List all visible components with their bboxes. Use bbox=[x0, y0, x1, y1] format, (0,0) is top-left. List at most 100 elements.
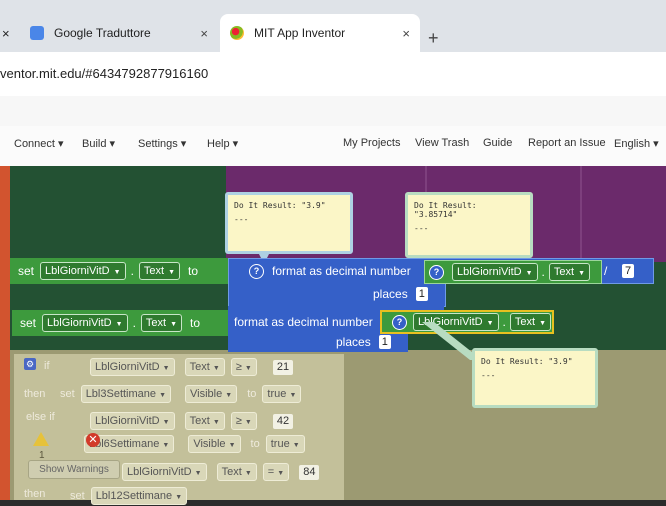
property-dropdown[interactable]: Text ▼ bbox=[138, 262, 181, 280]
places-label: places bbox=[373, 287, 408, 301]
set-keyword: set bbox=[70, 490, 85, 502]
then-keyword: then bbox=[24, 488, 46, 500]
chevron-down-icon: ▼ bbox=[539, 320, 547, 327]
menu-report-issue[interactable]: Report an Issue bbox=[528, 137, 606, 149]
chevron-down-icon: ▼ bbox=[525, 270, 533, 277]
gear-icon[interactable]: ⚙ bbox=[24, 358, 36, 370]
property-dropdown[interactable]: Text ▼ bbox=[140, 314, 183, 332]
places-value[interactable]: 1 bbox=[415, 287, 428, 301]
component-dropdown[interactable]: Lbl12Settimane ▼ bbox=[90, 487, 188, 505]
set-row: Lbl6Settimane ▼ Visible ▼ to true ▼ bbox=[84, 435, 305, 453]
set-text-block[interactable]: set LblGiorniVitD ▼ . Text ▼ to bbox=[12, 310, 228, 336]
component-name: Lbl12Settimane bbox=[95, 490, 173, 502]
component-dropdown[interactable]: LblGiorniVitD ▼ bbox=[90, 412, 175, 430]
property-name: Text bbox=[189, 361, 210, 373]
chevron-down-icon: ▼ bbox=[194, 470, 202, 477]
property-dropdown[interactable]: Text ▼ bbox=[548, 263, 591, 281]
property-dropdown[interactable]: Text ▼ bbox=[184, 358, 225, 376]
dot-separator: . bbox=[130, 264, 134, 278]
getter-block[interactable]: ? LblGiorniVitD ▼ . Text ▼ bbox=[424, 260, 602, 284]
show-warnings-button[interactable]: Show Warnings bbox=[28, 460, 120, 479]
property-dropdown[interactable]: Visible ▼ bbox=[188, 435, 241, 453]
boolean-dropdown[interactable]: true ▼ bbox=[265, 435, 305, 453]
places-socket: places 1 bbox=[228, 282, 446, 307]
number-value[interactable]: 21 bbox=[272, 359, 294, 375]
do-it-result-comment[interactable]: Do It Result: "3.9" --- bbox=[472, 348, 598, 408]
number-value[interactable]: 84 bbox=[299, 464, 320, 480]
tab-app-inventor[interactable]: MIT App Inventor × bbox=[220, 14, 420, 52]
chevron-down-icon: ▼ bbox=[244, 365, 252, 372]
number-value[interactable]: 42 bbox=[272, 413, 294, 429]
component-name: LblGiorniVitD bbox=[127, 466, 192, 478]
operator-dropdown[interactable]: ≥ ▼ bbox=[230, 412, 257, 430]
chevron-down-icon: ▼ bbox=[168, 269, 176, 276]
property-dropdown[interactable]: Text ▼ bbox=[216, 463, 257, 481]
chevron-down-icon: ▼ bbox=[244, 419, 252, 426]
close-icon[interactable]: × bbox=[2, 26, 10, 41]
component-name: LblGiorniVitD bbox=[95, 415, 160, 427]
tab-google-translate[interactable]: Google Traduttore × bbox=[22, 14, 218, 52]
tab-partial[interactable]: × bbox=[0, 14, 22, 52]
block-label: format as decimal number bbox=[234, 315, 373, 329]
operator-dropdown[interactable]: = ▼ bbox=[262, 463, 290, 481]
menu-help[interactable]: Help ▾ bbox=[207, 137, 238, 150]
to-keyword: to bbox=[250, 438, 260, 450]
set-keyword: set bbox=[20, 316, 37, 330]
close-icon[interactable]: × bbox=[402, 26, 410, 41]
places-value[interactable]: 1 bbox=[378, 335, 391, 349]
property-name: Text bbox=[189, 415, 210, 427]
new-tab-button[interactable]: + bbox=[428, 28, 439, 49]
chevron-down-icon: ▼ bbox=[225, 392, 233, 399]
operator-dropdown[interactable]: ≥ ▼ bbox=[230, 358, 257, 376]
comment-separator: --- bbox=[234, 215, 249, 224]
menu-connect[interactable]: Connect ▾ bbox=[14, 137, 64, 150]
format-decimal-block[interactable]: format as decimal number bbox=[228, 310, 380, 334]
help-icon[interactable]: ? bbox=[392, 314, 407, 330]
chevron-down-icon: ▼ bbox=[115, 321, 123, 328]
set-keyword: set bbox=[18, 264, 35, 278]
component-dropdown[interactable]: LblGiorniVitD ▼ bbox=[452, 263, 538, 281]
app-header-band bbox=[0, 96, 666, 126]
operator: ≥ bbox=[235, 361, 242, 373]
component-dropdown[interactable]: LblGiorniVitD ▼ bbox=[122, 463, 207, 481]
component-name: Lbl3Settimane bbox=[85, 388, 157, 400]
menu-language[interactable]: English ▾ bbox=[614, 137, 659, 150]
then-keyword: then bbox=[24, 388, 46, 400]
menu-my-projects[interactable]: My Projects bbox=[343, 137, 400, 149]
tab-label: MIT App Inventor bbox=[254, 26, 346, 40]
chevron-down-icon: ▼ bbox=[292, 442, 300, 449]
property-dropdown[interactable]: Text ▼ bbox=[509, 313, 552, 331]
chevron-down-icon: ▼ bbox=[228, 442, 236, 449]
component-dropdown[interactable]: LblGiorniVitD ▼ bbox=[42, 314, 128, 332]
menu-build[interactable]: Build ▾ bbox=[82, 137, 115, 150]
chevron-down-icon: ▼ bbox=[159, 392, 167, 399]
do-it-result-comment[interactable]: Do It Result: "3.85714" --- bbox=[405, 192, 533, 258]
divisor-value[interactable]: 7 bbox=[622, 264, 635, 278]
error-icon[interactable]: ✕ bbox=[86, 433, 100, 447]
help-icon[interactable]: ? bbox=[249, 263, 264, 279]
chevron-down-icon: ▼ bbox=[212, 365, 220, 372]
chevron-down-icon: ▼ bbox=[162, 365, 170, 372]
property-name: Text bbox=[553, 266, 575, 278]
block-label: format as decimal number bbox=[272, 264, 411, 278]
component-dropdown[interactable]: LblGiorniVitD ▼ bbox=[40, 262, 126, 280]
menu-guide[interactable]: Guide bbox=[483, 137, 512, 149]
url-text[interactable]: ventor.mit.edu/#6434792877916160 bbox=[0, 66, 208, 81]
menu-view-trash[interactable]: View Trash bbox=[415, 137, 469, 149]
places-socket: places 1 bbox=[228, 332, 408, 352]
property-dropdown[interactable]: Visible ▼ bbox=[185, 385, 238, 403]
warning-icon[interactable] bbox=[33, 432, 49, 446]
property-dropdown[interactable]: Text ▼ bbox=[184, 412, 225, 430]
component-dropdown[interactable]: Lbl3Settimane ▼ bbox=[80, 385, 172, 403]
property-name: Text bbox=[514, 316, 536, 328]
comment-separator: --- bbox=[481, 371, 496, 380]
do-it-result-comment[interactable]: Do It Result: "3.9" --- bbox=[225, 192, 353, 254]
boolean-dropdown[interactable]: true ▼ bbox=[262, 385, 302, 403]
set-text-block[interactable]: set LblGiorniVitD ▼ . Text ▼ to bbox=[10, 258, 228, 284]
help-icon[interactable]: ? bbox=[429, 264, 444, 280]
close-icon[interactable]: × bbox=[200, 26, 208, 41]
menu-settings[interactable]: Settings ▾ bbox=[138, 137, 186, 150]
component-name: LblGiorniVitD bbox=[47, 317, 112, 329]
divider bbox=[580, 166, 582, 262]
component-dropdown[interactable]: LblGiorniVitD ▼ bbox=[90, 358, 175, 376]
